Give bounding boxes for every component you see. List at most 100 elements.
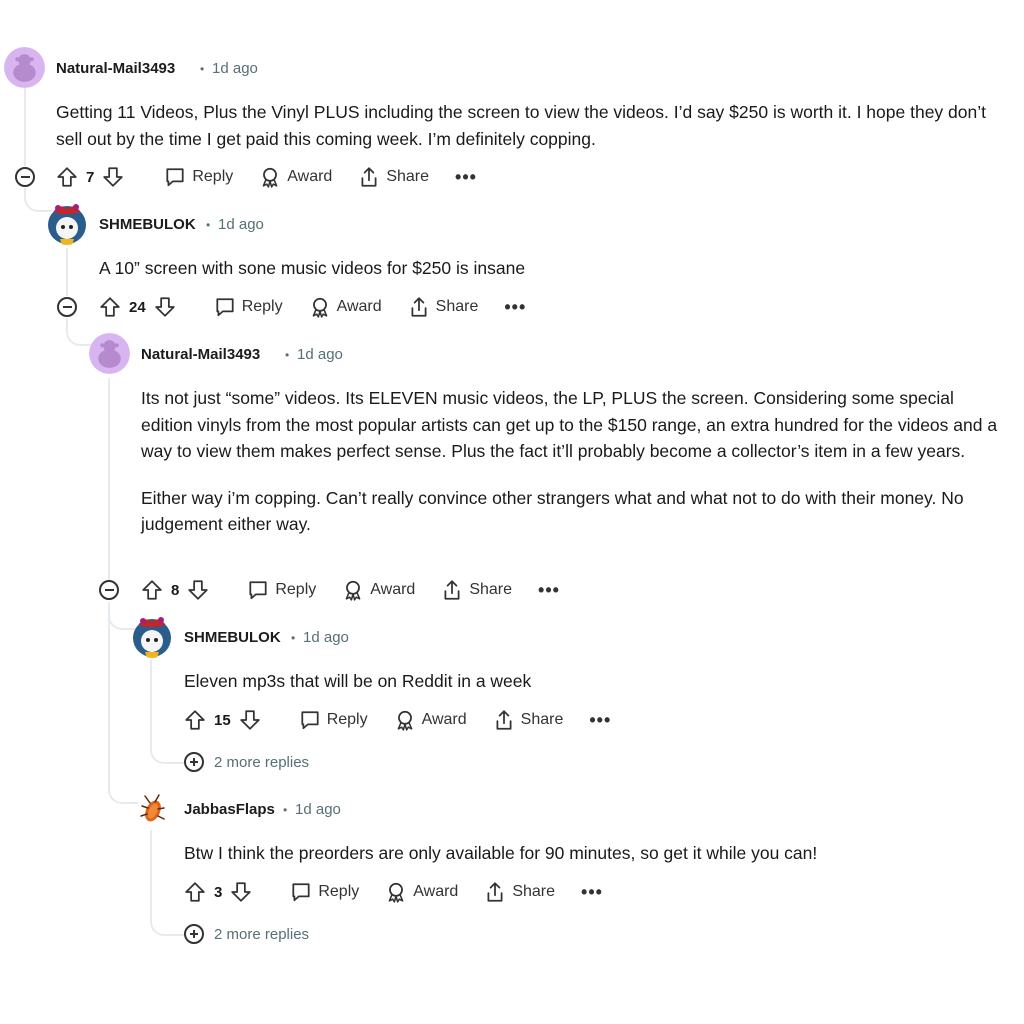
avatar[interactable] bbox=[131, 614, 173, 658]
overflow-icon[interactable]: ••• bbox=[538, 581, 560, 599]
award-icon bbox=[345, 580, 361, 601]
overflow-icon[interactable]: ••• bbox=[589, 711, 611, 729]
collapse-icon[interactable] bbox=[57, 297, 77, 317]
share-icon bbox=[361, 167, 377, 187]
award-icon bbox=[312, 297, 327, 318]
share-icon bbox=[444, 580, 460, 600]
comment-timestamp[interactable]: 1d ago bbox=[303, 629, 349, 646]
award-icon bbox=[388, 882, 404, 903]
comment-author[interactable]: Natural-Mail3493 bbox=[56, 60, 175, 77]
vote-score: 15 bbox=[214, 711, 231, 729]
award-button[interactable]: Award bbox=[385, 881, 458, 903]
avatar[interactable] bbox=[46, 201, 88, 245]
award-label: Award bbox=[370, 581, 416, 598]
downvote-icon[interactable] bbox=[102, 166, 124, 188]
thread-connector bbox=[66, 318, 94, 346]
award-label: Award bbox=[413, 883, 459, 900]
award-button[interactable]: Award bbox=[394, 709, 467, 731]
comment-body: Eleven mp3s that will be on Reddit in a … bbox=[184, 668, 1004, 695]
thread-connector bbox=[150, 904, 186, 936]
share-button[interactable]: Share bbox=[484, 881, 555, 903]
reply-button[interactable]: Reply bbox=[164, 166, 233, 188]
vote-controls: 24 bbox=[99, 296, 176, 318]
vote-score: 24 bbox=[129, 298, 146, 316]
thread-line-level-2 bbox=[66, 248, 68, 296]
comment-actions: 8 Reply Award Share ••• bbox=[141, 575, 560, 605]
thread-line-level-1 bbox=[24, 88, 26, 166]
share-button[interactable]: Share bbox=[358, 166, 429, 188]
more-replies-button[interactable]: 2 more replies bbox=[184, 924, 309, 944]
comment-body: Its not just “some” videos. Its ELEVEN m… bbox=[141, 385, 1003, 538]
comment-actions: 24 Reply Award Share ••• bbox=[99, 292, 526, 322]
share-button[interactable]: Share bbox=[493, 709, 564, 731]
overflow-icon[interactable]: ••• bbox=[455, 168, 477, 186]
thread-connector bbox=[150, 732, 186, 764]
reply-label: Reply bbox=[192, 168, 234, 185]
downvote-icon[interactable] bbox=[239, 709, 261, 731]
comment-paragraph: Getting 11 Videos, Plus the Vinyl PLUS i… bbox=[56, 102, 986, 149]
collapse-icon[interactable] bbox=[15, 167, 35, 187]
vote-controls: 7 bbox=[56, 166, 124, 188]
award-button[interactable]: Award bbox=[342, 579, 415, 601]
reply-icon bbox=[249, 581, 267, 600]
comment-author[interactable]: Natural-Mail3493 bbox=[141, 346, 260, 363]
award-icon bbox=[262, 167, 278, 188]
thread-connector bbox=[108, 780, 138, 804]
downvote-icon[interactable] bbox=[187, 579, 209, 601]
downvote-icon[interactable] bbox=[230, 881, 252, 903]
share-icon bbox=[411, 297, 427, 317]
meta-separator: • bbox=[200, 62, 205, 76]
comment-body: Btw I think the preorders are only avail… bbox=[184, 840, 1004, 867]
award-button[interactable]: Award bbox=[259, 166, 332, 188]
comment-paragraph: A 10” screen with sone music videos for … bbox=[99, 258, 526, 278]
reply-label: Reply bbox=[318, 883, 360, 900]
share-label: Share bbox=[435, 298, 479, 315]
avatar[interactable] bbox=[137, 792, 169, 826]
share-button[interactable]: Share bbox=[441, 579, 512, 601]
comment-timestamp[interactable]: 1d ago bbox=[295, 801, 341, 818]
thread-line-level-4b bbox=[150, 830, 152, 914]
reply-button[interactable]: Reply bbox=[247, 579, 316, 601]
comment-paragraph: Btw I think the preorders are only avail… bbox=[184, 843, 818, 863]
more-replies-button[interactable]: 2 more replies bbox=[184, 752, 309, 772]
comment-timestamp[interactable]: 1d ago bbox=[218, 216, 264, 233]
upvote-icon[interactable] bbox=[99, 296, 121, 318]
award-button[interactable]: Award bbox=[309, 296, 382, 318]
expand-icon bbox=[184, 752, 204, 772]
thread-line-level-4 bbox=[150, 660, 152, 742]
avatar[interactable] bbox=[89, 333, 130, 374]
comment-paragraph: Its not just “some” videos. Its ELEVEN m… bbox=[141, 388, 998, 461]
comment-actions: 3 Reply Award Share ••• bbox=[184, 877, 603, 907]
upvote-icon[interactable] bbox=[141, 579, 163, 601]
reply-button[interactable]: Reply bbox=[290, 881, 359, 903]
meta-separator: • bbox=[291, 631, 296, 645]
avatar[interactable] bbox=[4, 47, 45, 88]
comment-body: Getting 11 Videos, Plus the Vinyl PLUS i… bbox=[56, 99, 1001, 152]
reply-button[interactable]: Reply bbox=[214, 296, 283, 318]
meta-separator: • bbox=[206, 218, 211, 232]
award-label: Award bbox=[421, 711, 467, 728]
vote-score: 3 bbox=[214, 883, 223, 901]
comment-author[interactable]: SHMEBULOK bbox=[99, 216, 196, 233]
upvote-icon[interactable] bbox=[184, 709, 206, 731]
downvote-icon[interactable] bbox=[154, 296, 176, 318]
collapse-icon[interactable] bbox=[99, 580, 119, 600]
upvote-icon[interactable] bbox=[56, 166, 78, 188]
comment-author[interactable]: JabbasFlaps bbox=[184, 801, 275, 818]
expand-icon bbox=[184, 924, 204, 944]
reply-button[interactable]: Reply bbox=[299, 709, 368, 731]
overflow-icon[interactable]: ••• bbox=[581, 883, 603, 901]
comment-author[interactable]: SHMEBULOK bbox=[184, 629, 281, 646]
vote-score: 8 bbox=[171, 581, 180, 599]
comment-body: A 10” screen with sone music videos for … bbox=[99, 255, 999, 282]
comment-actions: 15 Reply Award Share ••• bbox=[184, 705, 611, 735]
comment-timestamp[interactable]: 1d ago bbox=[297, 346, 343, 363]
share-label: Share bbox=[520, 711, 564, 728]
upvote-icon[interactable] bbox=[184, 881, 206, 903]
reply-icon bbox=[166, 168, 184, 187]
award-icon bbox=[397, 710, 412, 731]
share-button[interactable]: Share bbox=[408, 296, 479, 318]
vote-score: 7 bbox=[86, 168, 95, 186]
overflow-icon[interactable]: ••• bbox=[504, 298, 526, 316]
comment-timestamp[interactable]: 1d ago bbox=[212, 60, 258, 77]
